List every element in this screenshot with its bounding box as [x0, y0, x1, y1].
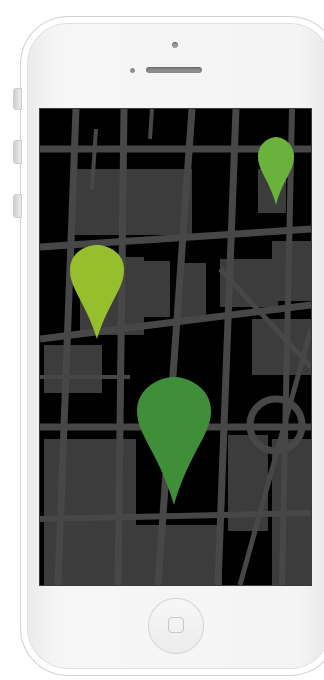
city-map[interactable] [40, 109, 311, 585]
volume-up-button [13, 140, 22, 164]
front-camera-icon [172, 42, 178, 48]
map-block [140, 261, 170, 317]
volume-down-button [13, 194, 22, 218]
earpiece-speaker [146, 67, 202, 73]
map-block [136, 525, 222, 585]
home-button-square-icon [168, 617, 184, 633]
proximity-sensor [130, 68, 135, 73]
home-button[interactable] [148, 598, 204, 654]
mute-switch [13, 88, 22, 110]
map-block [44, 345, 102, 393]
map-road [148, 109, 154, 140]
phone-screen [39, 108, 312, 586]
